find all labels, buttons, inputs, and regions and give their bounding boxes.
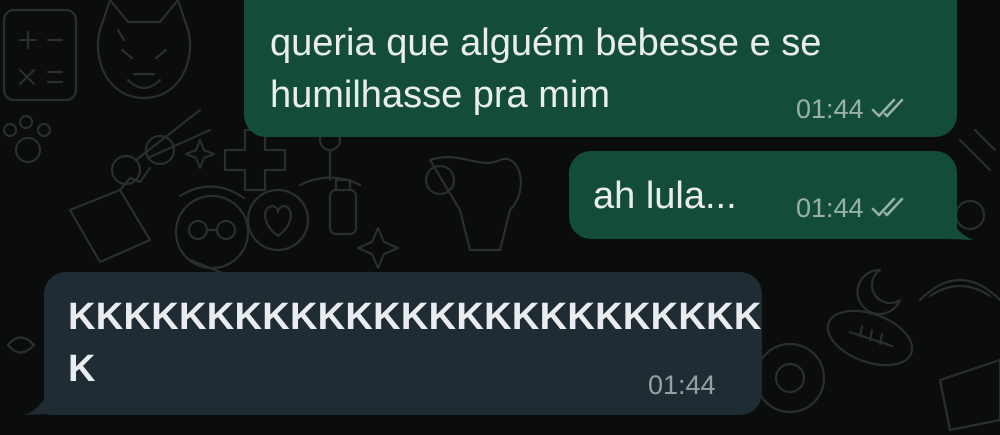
bubble-tail-outgoing [950,214,974,240]
paw-doodle [2,114,52,164]
figure-doodle [424,156,522,252]
message-meta: 01:44 [648,370,716,400]
sparkle-doodle [184,138,400,270]
message-time: 01:44 [796,94,864,124]
bubble-tail-incoming [24,389,48,415]
cross-doodle [223,128,287,192]
message-bubble-incoming[interactable]: KKKKKKKKKKKKKKKKKKKKKKKKK K 01:44 [44,272,762,415]
message-text-line: KKKKKKKKKKKKKKKKKKKKKKKKK [68,296,762,338]
football-doodle [826,309,914,367]
bottle-doodle [328,178,358,236]
message-text-line: humilhasse pra mim [270,74,610,116]
cat-doodle [96,0,192,100]
message-bubble-outgoing[interactable]: ah lula... 01:44 [569,151,957,239]
calculator-doodle [2,8,78,102]
message-meta: 01:44 [796,193,910,223]
message-time: 01:44 [648,370,716,400]
pin-doodle [298,128,362,187]
double-check-icon [871,197,903,217]
taco-doodle [918,279,1000,302]
moon-doodle [856,268,902,316]
double-check-icon [871,98,903,118]
heart-doodle [246,188,310,252]
message-meta: 01:44 [796,94,910,124]
scissors-doodle [110,108,212,186]
message-text-line: queria que alguém bebesse e se [270,22,822,64]
tube-doodle [68,166,152,264]
message-time: 01:44 [796,193,864,223]
ring-doodle [754,342,826,414]
message-text-line: ah lula... [593,175,737,217]
message-text-line: K [68,348,96,390]
message-bubble-outgoing[interactable]: queria que alguém bebesse e se humilhass… [244,0,957,137]
